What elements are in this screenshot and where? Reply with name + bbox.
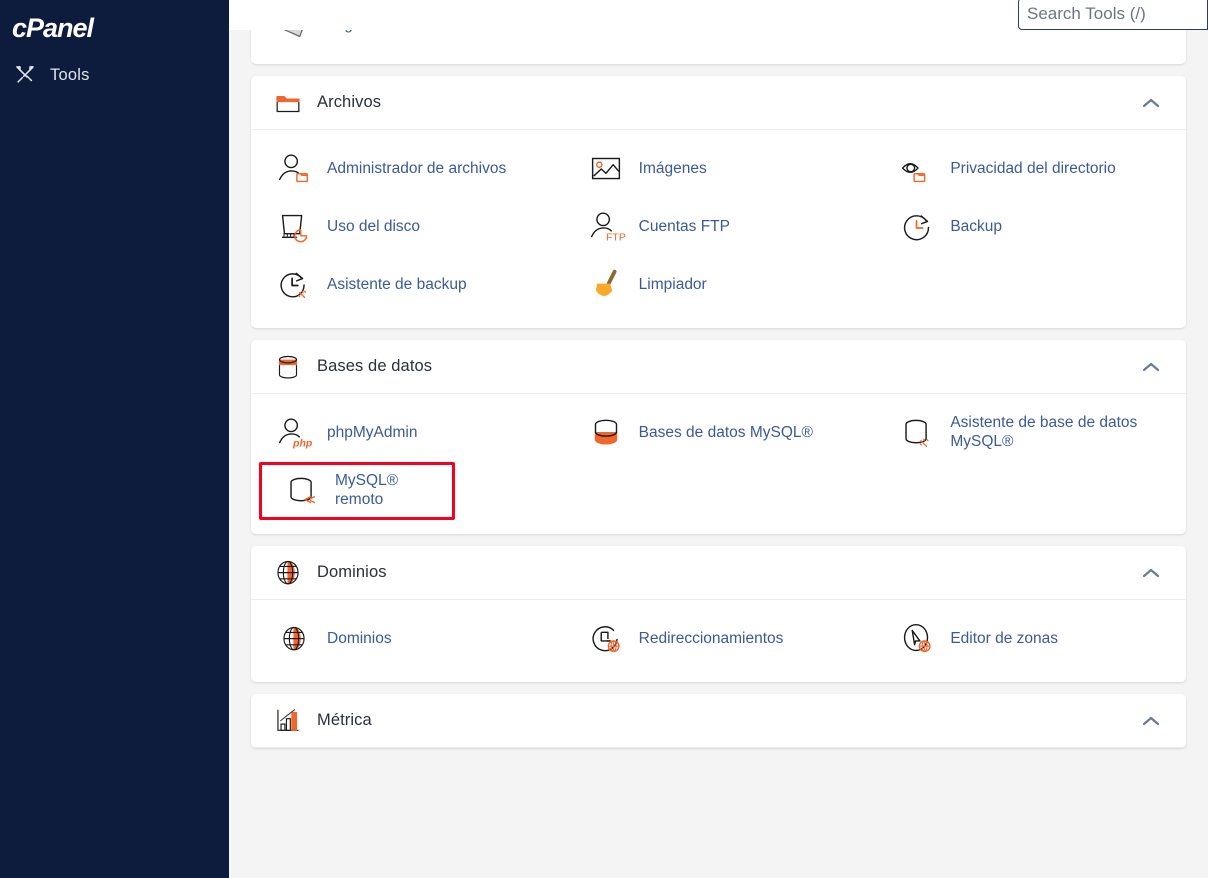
tool-label: Uso del disco xyxy=(327,217,421,235)
tool-label: Bases de datos MySQL® xyxy=(638,423,813,441)
search-input[interactable] xyxy=(1018,0,1208,30)
search-bar xyxy=(229,0,1208,30)
tool-item[interactable]: Redireccionamientos xyxy=(563,610,875,668)
tool-item[interactable]: Backup xyxy=(874,198,1186,256)
section-items: Dominios Redireccionamientos Editor de z… xyxy=(251,600,1186,682)
globe-icon xyxy=(273,618,315,660)
tool-item[interactable]: Editor de zonas xyxy=(874,610,1186,668)
section-title: Métrica xyxy=(317,711,372,729)
phpmyadmin-icon: php xyxy=(273,412,315,454)
tool-item[interactable]: Imágenes xyxy=(563,140,875,198)
section-card-metrica: Métrica xyxy=(251,694,1186,748)
tools-scroll-area[interactable]: Filtros de spam @ Calendarios y contacto… xyxy=(229,0,1208,878)
tool-item[interactable]: Uso del disco xyxy=(251,198,563,256)
tool-item[interactable]: MySQL® remoto xyxy=(259,462,455,520)
cleaner-icon xyxy=(585,264,627,306)
svg-text:FTP: FTP xyxy=(606,231,626,243)
tool-item[interactable]: php phpMyAdmin xyxy=(251,404,563,462)
chevron-up-icon[interactable] xyxy=(1140,96,1162,110)
section-title: Dominios xyxy=(317,563,387,581)
globe-icon xyxy=(271,556,305,590)
zone-editor-icon xyxy=(896,618,938,660)
section-header-bases-de-datos[interactable]: Bases de datos xyxy=(251,340,1186,394)
sidebar: cPanel Tools xyxy=(0,0,229,878)
section-items: Administrador de archivos Imágenes Priva… xyxy=(251,130,1186,328)
sidebar-item-tools[interactable]: Tools xyxy=(0,56,229,94)
section-header-archivos[interactable]: Archivos xyxy=(251,76,1186,130)
tool-label: Asistente de backup xyxy=(327,275,467,293)
tool-label: Editor de zonas xyxy=(950,629,1059,647)
tool-label: Cuentas FTP xyxy=(638,217,730,235)
section-title: Bases de datos xyxy=(317,357,433,375)
tool-label: Backup xyxy=(950,217,1003,235)
folder-icon xyxy=(271,86,305,120)
tool-item[interactable]: Limpiador xyxy=(563,256,875,314)
remote-mysql-icon xyxy=(281,470,323,512)
ftp-accounts-icon: FTP xyxy=(585,206,627,248)
tool-item[interactable]: FTP Cuentas FTP xyxy=(563,198,875,256)
main-content: Filtros de spam @ Calendarios y contacto… xyxy=(229,0,1208,878)
cpanel-page: cPanel Tools Search Tools (/) Archivos A… xyxy=(0,0,1208,878)
section-header-metrica[interactable]: Métrica xyxy=(251,694,1186,748)
tool-item[interactable]: Asistente de base de datos MySQL® xyxy=(874,404,1186,462)
section-card-archivos: Archivos Administrador de archivos Imáge… xyxy=(251,76,1186,328)
tool-label: Limpiador xyxy=(638,275,707,293)
section-card-bases-de-datos: Bases de datos php phpMyAdmin Bases de d… xyxy=(251,340,1186,534)
tool-label: Privacidad del directorio xyxy=(950,159,1116,177)
metrics-icon xyxy=(271,704,305,738)
file-manager-icon xyxy=(273,148,315,190)
tool-item[interactable]: Privacidad del directorio xyxy=(874,140,1186,198)
tool-item[interactable]: Dominios xyxy=(251,610,563,668)
tools-icon xyxy=(14,64,36,86)
disk-usage-icon xyxy=(273,206,315,248)
sidebar-item-label: Tools xyxy=(50,65,90,84)
cpanel-logo[interactable]: cPanel xyxy=(0,0,229,56)
tool-item[interactable]: Administrador de archivos xyxy=(251,140,563,198)
svg-text:cPanel: cPanel xyxy=(12,13,95,43)
section-title: Archivos xyxy=(317,93,382,111)
tool-label: Administrador de archivos xyxy=(327,159,507,177)
tool-item[interactable]: Bases de datos MySQL® xyxy=(563,404,875,462)
svg-text:php: php xyxy=(292,437,313,449)
redirects-icon xyxy=(585,618,627,660)
tool-label: MySQL® remoto xyxy=(335,472,399,508)
chevron-up-icon[interactable] xyxy=(1140,714,1162,728)
section-items: php phpMyAdmin Bases de datos MySQL® Asi… xyxy=(251,394,1186,534)
section-card-dominios: Dominios Dominios Redireccionamientos Ed… xyxy=(251,546,1186,682)
backup-icon xyxy=(896,206,938,248)
backup-wizard-icon xyxy=(273,264,315,306)
chevron-up-icon[interactable] xyxy=(1140,566,1162,580)
tool-label: Asistente de base de datos MySQL® xyxy=(950,414,1138,450)
tool-label: Imágenes xyxy=(638,159,707,177)
database-icon xyxy=(271,350,305,384)
tool-item[interactable]: Asistente de backup xyxy=(251,256,563,314)
tool-label: Dominios xyxy=(327,629,392,647)
mysql-wizard-icon xyxy=(896,412,938,454)
tool-label: phpMyAdmin xyxy=(327,423,418,441)
chevron-up-icon[interactable] xyxy=(1140,360,1162,374)
mysql-databases-icon xyxy=(585,412,627,454)
directory-privacy-icon xyxy=(896,148,938,190)
tool-label: Redireccionamientos xyxy=(638,629,784,647)
images-icon xyxy=(585,148,627,190)
section-header-dominios[interactable]: Dominios xyxy=(251,546,1186,600)
